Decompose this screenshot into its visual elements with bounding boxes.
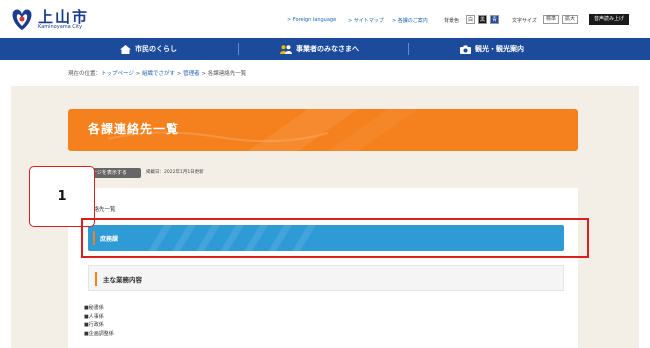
read-aloud-button[interactable]: 音声読み上げ [589, 14, 629, 25]
people-icon [280, 44, 292, 54]
site-subtitle: Kaminoyama City [38, 24, 83, 30]
color-white-button[interactable]: 白 [466, 15, 475, 24]
city-emblem-icon[interactable] [10, 6, 34, 32]
breadcrumb: 現在の位置：トップページ > 組織でさがす > 管理者 > 各課連絡先一覧 [68, 71, 247, 77]
nav-item-citizens[interactable]: 市民のくらし [120, 38, 177, 60]
house-icon [120, 44, 131, 54]
nav-item-business[interactable]: 事業者のみなさまへ [280, 38, 359, 60]
foreign-language-link[interactable]: > Foreign language [287, 17, 336, 23]
nav-item-label: 市民のくらし [135, 45, 177, 53]
nav-item-label: 事業者のみなさまへ [296, 45, 359, 53]
breadcrumb-current: 各課連絡先一覧 [207, 71, 247, 77]
page-title-banner: 各課連絡先一覧 [68, 109, 578, 151]
duties-title: 主な業務内容 [103, 276, 142, 284]
updated-date: 掲載日：2022年1月1日更新 [146, 170, 204, 175]
duties-heading: 主な業務内容 [88, 265, 564, 291]
site-header: 上山市 Kaminoyama City > Foreign language >… [0, 0, 650, 38]
departments-link[interactable]: > 各課のご案内 [392, 17, 428, 24]
breadcrumb-top[interactable]: トップページ [101, 71, 134, 77]
camera-icon [460, 45, 471, 54]
nav-item-label: 観光・観光案内 [475, 45, 524, 53]
breadcrumb-organization[interactable]: 組織でさがす [142, 71, 175, 77]
font-size-standard-button[interactable]: 標準 [543, 15, 560, 24]
list-item: ■秘書係 [84, 305, 104, 311]
list-item: ■人事係 [84, 313, 104, 320]
annotation-highlight-box [81, 218, 589, 258]
list-item: ■行政係 [84, 322, 104, 328]
duties-accent [95, 272, 97, 286]
background-color-label: 背景色 [444, 18, 460, 24]
nav-item-tourism[interactable]: 観光・観光案内 [460, 38, 524, 60]
duty-list: ■秘書係 ■人事係 ■行政係 ■企画調整係 [84, 304, 114, 338]
breadcrumb-admin[interactable]: 管理者 [183, 71, 200, 77]
sitemap-link[interactable]: > サイトマップ [348, 17, 384, 24]
nav-divider [238, 43, 239, 55]
nav-divider [408, 43, 409, 55]
main-nav: 市民のくらし 事業者のみなさまへ 観光・観光案内 [0, 38, 650, 60]
color-blue-button[interactable]: 青 [490, 15, 499, 24]
breadcrumb-prefix: 現在の位置： [68, 71, 102, 77]
page-title: 各課連絡先一覧 [88, 122, 180, 136]
list-item: ■企画調整係 [84, 330, 114, 337]
color-black-button[interactable]: 黒 [478, 15, 487, 24]
font-size-large-button[interactable]: 拡大 [562, 15, 579, 24]
font-size-label: 文字サイズ [512, 18, 537, 24]
